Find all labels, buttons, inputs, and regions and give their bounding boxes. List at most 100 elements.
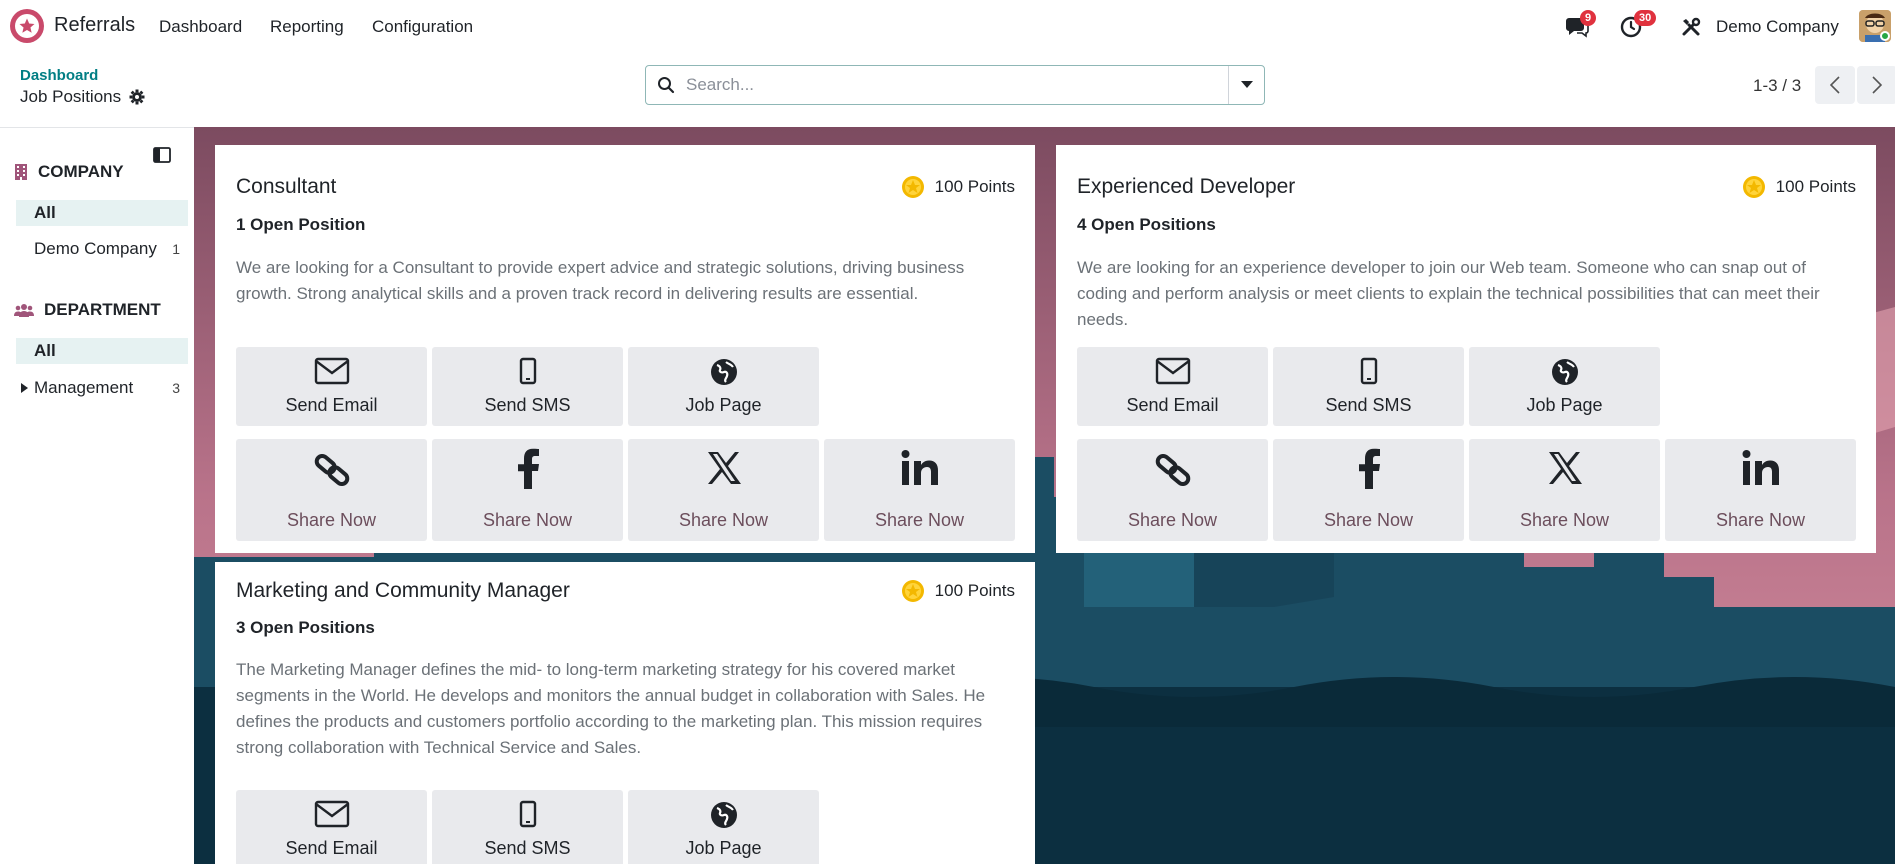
nav-reporting[interactable]: Reporting bbox=[270, 17, 344, 37]
search-icon bbox=[646, 76, 686, 94]
app-name[interactable]: Referrals bbox=[54, 14, 135, 37]
job-open-positions: 4 Open Positions bbox=[1077, 215, 1216, 234]
x-twitter-icon bbox=[1548, 452, 1582, 484]
send-email-label: Send Email bbox=[1126, 395, 1219, 415]
star-icon bbox=[901, 176, 924, 198]
globe-icon bbox=[1551, 359, 1578, 385]
share-now-label: Share Now bbox=[1519, 510, 1610, 530]
send-email-label: Send Email bbox=[285, 395, 378, 415]
send-email-label: Send Email bbox=[285, 838, 378, 858]
job-points: 100 Points bbox=[901, 175, 1015, 199]
sidebar-collapse-icon[interactable] bbox=[153, 147, 171, 168]
building-icon bbox=[15, 164, 27, 180]
department-section-heading: DEPARTMENT bbox=[14, 300, 161, 320]
send-sms-label: Send SMS bbox=[484, 838, 571, 858]
job-page-label: Job Page bbox=[685, 395, 762, 415]
department-filter-label: All bbox=[34, 341, 56, 360]
share-now-label: Share Now bbox=[482, 510, 573, 530]
envelope-icon bbox=[314, 800, 349, 828]
x-twitter-icon bbox=[707, 452, 741, 484]
search-panel: COMPANY All Demo Company 1 DEPARTMENT Al… bbox=[0, 127, 194, 864]
caret-right-icon[interactable] bbox=[21, 383, 28, 393]
search-options-toggle[interactable] bbox=[1228, 66, 1264, 104]
company-switcher[interactable]: Demo Company bbox=[1716, 17, 1839, 37]
send-sms-button[interactable]: Send SMS bbox=[432, 790, 623, 864]
share-facebook-button[interactable]: Share Now bbox=[1273, 439, 1464, 541]
caret-down-icon bbox=[1240, 81, 1253, 88]
search-input[interactable] bbox=[686, 67, 1228, 103]
job-card-experienced-developer[interactable]: Experienced Developer 100 Points 4 Open … bbox=[1056, 145, 1876, 553]
job-page-button[interactable]: Job Page bbox=[1469, 347, 1660, 426]
job-card-consultant[interactable]: Consultant 100 Points 1 Open Position We… bbox=[215, 145, 1035, 553]
job-open-positions: 1 Open Position bbox=[236, 215, 366, 234]
send-email-button[interactable]: Send Email bbox=[1077, 347, 1268, 426]
job-title[interactable]: Marketing and Community Manager bbox=[236, 579, 570, 603]
job-card-marketing-and-community-manager[interactable]: Marketing and Community Manager 100 Poin… bbox=[215, 562, 1035, 864]
share-linkedin-button[interactable]: Share Now bbox=[824, 439, 1015, 541]
company-section-heading: COMPANY bbox=[14, 162, 124, 182]
share-link-button[interactable]: Share Now bbox=[1077, 439, 1268, 541]
nav-configuration[interactable]: Configuration bbox=[372, 17, 473, 37]
send-email-button[interactable]: Send Email bbox=[236, 790, 427, 864]
share-linkedin-button[interactable]: Share Now bbox=[1665, 439, 1856, 541]
share-now-label: Share Now bbox=[678, 510, 769, 530]
link-icon bbox=[1155, 453, 1190, 487]
job-points: 100 Points bbox=[901, 579, 1015, 603]
job-points-value: 100 Points bbox=[934, 177, 1015, 196]
send-email-button[interactable]: Send Email bbox=[236, 347, 427, 426]
job-page-button[interactable]: Job Page bbox=[628, 790, 819, 864]
user-avatar[interactable] bbox=[1859, 10, 1891, 42]
facebook-icon bbox=[1358, 448, 1380, 489]
job-description: The Marketing Manager defines the mid- t… bbox=[236, 660, 986, 757]
page-title: Job Positions bbox=[20, 87, 145, 107]
department-heading: DEPARTMENT bbox=[44, 300, 161, 319]
tools-button[interactable] bbox=[1676, 12, 1706, 42]
job-description: We are looking for a Consultant to provi… bbox=[236, 258, 965, 303]
mobile-phone-icon bbox=[1360, 357, 1377, 385]
share-now-label: Share Now bbox=[1127, 510, 1218, 530]
share-now-label: Share Now bbox=[1323, 510, 1414, 530]
breadcrumb-dashboard[interactable]: Dashboard bbox=[20, 67, 98, 84]
share-x-button[interactable]: Share Now bbox=[1469, 439, 1660, 541]
page-title-text: Job Positions bbox=[20, 87, 122, 106]
share-now-label: Share Now bbox=[1715, 510, 1806, 530]
star-icon bbox=[1742, 176, 1765, 198]
send-sms-button[interactable]: Send SMS bbox=[432, 347, 623, 426]
send-sms-label: Send SMS bbox=[484, 395, 571, 415]
pager-next-button[interactable] bbox=[1857, 66, 1895, 104]
company-filter-all[interactable]: All bbox=[16, 200, 188, 226]
pager-value[interactable]: 1-3 / 3 bbox=[1753, 76, 1801, 96]
activities-button[interactable]: 30 bbox=[1616, 10, 1657, 42]
job-points-value: 100 Points bbox=[934, 581, 1015, 600]
activities-badge: 30 bbox=[1634, 10, 1657, 26]
nav-dashboard[interactable]: Dashboard bbox=[159, 17, 242, 37]
job-title[interactable]: Experienced Developer bbox=[1077, 175, 1295, 199]
referrals-logo-icon[interactable] bbox=[10, 9, 44, 43]
gear-icon[interactable] bbox=[129, 89, 145, 105]
tools-icon bbox=[1682, 17, 1701, 36]
share-facebook-button[interactable]: Share Now bbox=[432, 439, 623, 541]
linkedin-icon bbox=[901, 450, 938, 485]
send-sms-button[interactable]: Send SMS bbox=[1273, 347, 1464, 426]
company-filter-demo-company[interactable]: Demo Company 1 bbox=[16, 236, 188, 262]
messages-button[interactable]: 9 bbox=[1562, 10, 1597, 42]
mobile-phone-icon bbox=[519, 357, 536, 385]
top-navbar: Referrals Dashboard Reporting Configurat… bbox=[0, 0, 1895, 54]
share-x-button[interactable]: Share Now bbox=[628, 439, 819, 541]
department-filter-all[interactable]: All bbox=[16, 338, 188, 364]
chevron-right-icon bbox=[1872, 76, 1882, 94]
share-link-button[interactable]: Share Now bbox=[236, 439, 427, 541]
department-filter-management[interactable]: Management 3 bbox=[16, 375, 188, 401]
company-filter-label: Demo Company bbox=[34, 239, 157, 258]
globe-icon bbox=[710, 359, 737, 385]
job-open-positions: 3 Open Positions bbox=[236, 618, 375, 637]
pager-previous-button[interactable] bbox=[1815, 66, 1855, 104]
send-sms-label: Send SMS bbox=[1325, 395, 1412, 415]
job-points: 100 Points bbox=[1742, 175, 1856, 199]
job-title[interactable]: Consultant bbox=[236, 175, 336, 199]
job-page-button[interactable]: Job Page bbox=[628, 347, 819, 426]
messages-badge: 9 bbox=[1580, 10, 1597, 26]
company-filter-label: All bbox=[34, 203, 56, 222]
job-page-label: Job Page bbox=[685, 838, 762, 858]
job-page-label: Job Page bbox=[1526, 395, 1603, 415]
